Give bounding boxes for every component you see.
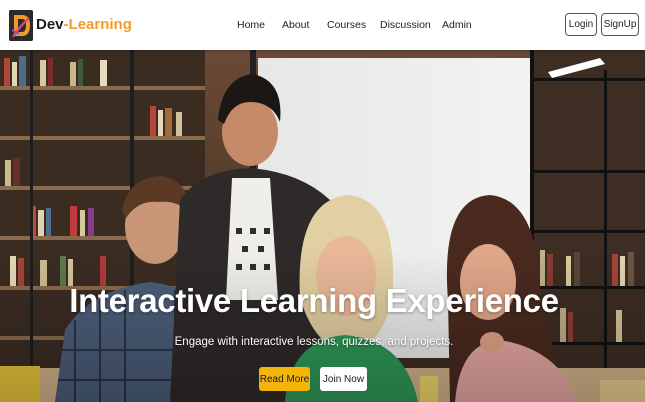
hero-title: Interactive Learning Experience	[69, 282, 559, 319]
nav-link-courses[interactable]: Courses	[327, 18, 366, 32]
nav-link-about[interactable]: About	[282, 18, 309, 32]
signup-button[interactable]: SignUp	[601, 13, 639, 36]
hero-section: Interactive Learning Experience Engage w…	[0, 50, 645, 402]
navbar: Dev-Learning Home About Courses Discussi…	[0, 0, 645, 50]
hero-subtitle: Engage with interactive lessons, quizzes…	[174, 336, 454, 348]
nav-link-home[interactable]: Home	[237, 18, 265, 32]
join-now-button[interactable]: Join Now	[320, 367, 367, 391]
nav-link-admin[interactable]: Admin	[442, 18, 472, 32]
hero-background-image	[0, 50, 645, 402]
read-more-button[interactable]: Read More	[259, 367, 310, 391]
login-button[interactable]: Login	[565, 13, 597, 36]
nav-links: Home About Courses Discussion Admin	[0, 18, 645, 34]
nav-link-discussion[interactable]: Discussion	[380, 18, 431, 32]
